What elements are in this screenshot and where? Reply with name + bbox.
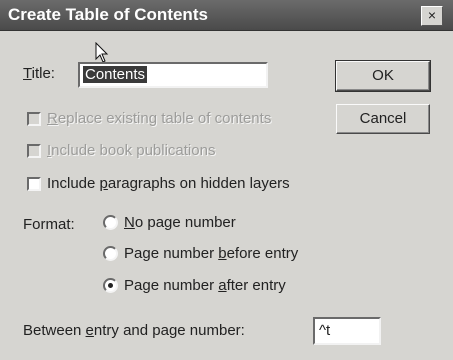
checkbox-label: Include paragraphs on hidden layers bbox=[47, 175, 290, 192]
checkbox-box bbox=[27, 111, 41, 126]
title-input-value: Contents bbox=[83, 66, 148, 83]
radio-button bbox=[103, 278, 118, 293]
replace-toc-checkbox[interactable]: Replace existing table of contents bbox=[27, 110, 271, 127]
title-label: Title: bbox=[23, 65, 55, 82]
checkbox-box bbox=[27, 176, 41, 191]
radio-button bbox=[103, 215, 118, 230]
radio-selected-dot bbox=[108, 283, 113, 288]
close-button[interactable]: × bbox=[421, 6, 443, 26]
include-hidden-layers-checkbox[interactable]: Include paragraphs on hidden layers bbox=[27, 175, 290, 192]
mouse-cursor-icon bbox=[95, 42, 109, 63]
between-label: Between entry and page number: bbox=[23, 322, 245, 339]
format-option-no-page-number[interactable]: No page number bbox=[103, 214, 236, 231]
between-input-value: ^t bbox=[319, 322, 331, 339]
ok-button[interactable]: OK bbox=[335, 60, 431, 92]
checkbox-box bbox=[27, 143, 41, 158]
window-title: Create Table of Contents bbox=[8, 5, 208, 24]
cancel-button[interactable]: Cancel bbox=[336, 104, 430, 134]
title-bar: Create Table of Contents × bbox=[0, 0, 453, 31]
radio-label: Page number before entry bbox=[124, 245, 299, 262]
radio-button bbox=[103, 246, 118, 261]
checkbox-label: Replace existing table of contents bbox=[47, 110, 272, 127]
title-input[interactable]: Contents bbox=[78, 62, 268, 88]
include-book-publications-checkbox[interactable]: Include book publications bbox=[27, 142, 215, 159]
format-label: Format: bbox=[23, 216, 75, 233]
format-option-after-entry[interactable]: Page number after entry bbox=[103, 277, 286, 294]
radio-label: Page number after entry bbox=[124, 277, 286, 294]
radio-label: No page number bbox=[124, 214, 236, 231]
checkbox-label: Include book publications bbox=[47, 142, 216, 159]
between-input[interactable]: ^t bbox=[313, 317, 381, 345]
format-option-before-entry[interactable]: Page number before entry bbox=[103, 245, 298, 262]
